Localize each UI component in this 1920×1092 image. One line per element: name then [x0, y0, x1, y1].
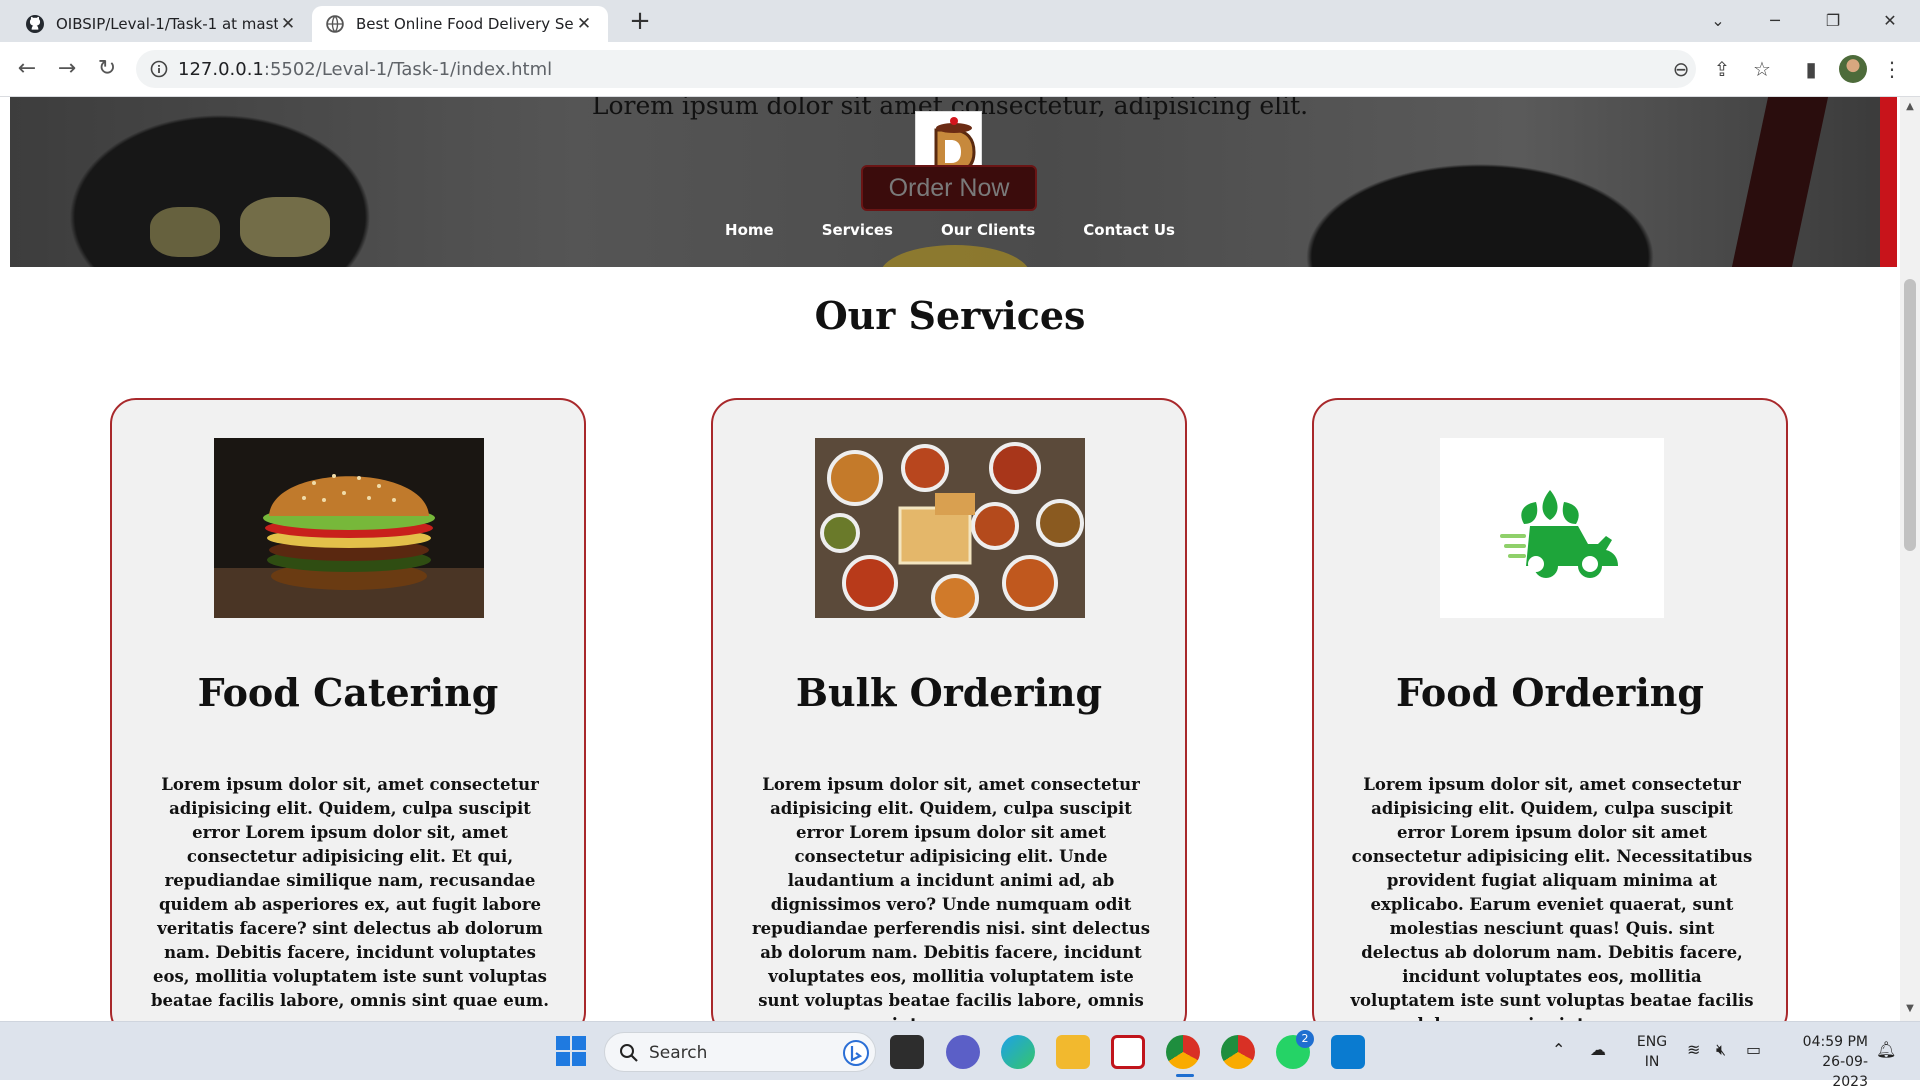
page-scrollbar[interactable]: ▲ ▼	[1900, 97, 1920, 1021]
mcafee-icon[interactable]	[1111, 1035, 1145, 1069]
tab-food-delivery[interactable]: Best Online Food Delivery Servic ✕	[312, 6, 608, 42]
active-app-indicator	[1176, 1074, 1194, 1077]
burger-image	[214, 438, 484, 618]
card-title: Bulk Ordering	[795, 670, 1103, 715]
side-panel-icon[interactable]: ▮	[1797, 55, 1825, 83]
lang-region: IN	[1644, 1054, 1660, 1070]
tab-title: Best Online Food Delivery Servic	[356, 15, 574, 33]
browser-toolbar: ← → ↻ 127.0.0.1:5502/Leval-1/Task-1/inde…	[0, 42, 1920, 97]
service-card-food-catering: Food Catering Lorem ipsum dolor sit, ame…	[110, 398, 586, 1021]
whatsapp-badge: 2	[1296, 1030, 1314, 1048]
bookmark-star-icon[interactable]: ☆	[1748, 55, 1776, 83]
search-icon	[620, 1044, 638, 1062]
windows-start-icon[interactable]	[556, 1036, 586, 1066]
card-text: Lorem ipsum dolor sit, amet consectetur …	[751, 775, 1151, 1021]
card-text: Lorem ipsum dolor sit, amet consectetur …	[151, 775, 549, 1010]
window-close-button[interactable]: ✕	[1862, 0, 1918, 40]
minimize-button[interactable]: ─	[1747, 0, 1803, 40]
taskbar-search[interactable]: Search	[604, 1032, 876, 1072]
tab-search-chevron-icon[interactable]: ⌄	[1690, 0, 1746, 40]
indian-food-spread-image	[815, 438, 1085, 618]
notification-bell-icon[interactable]: 🔔︎	[1876, 1040, 1896, 1059]
restore-button[interactable]: ❐	[1805, 0, 1861, 40]
input-language[interactable]: ENG IN	[1634, 1032, 1670, 1072]
chrome-icon[interactable]	[1166, 1035, 1200, 1069]
service-card-bulk-ordering: Bulk Ordering Lorem ipsum dolor sit, ame…	[711, 398, 1187, 1021]
order-now-button[interactable]: Order Now	[861, 165, 1037, 211]
tray-overflow-chevron-icon[interactable]: ⌃	[1552, 1040, 1565, 1059]
battery-icon[interactable]: ▭	[1746, 1040, 1761, 1059]
hero-decoration	[1880, 97, 1897, 267]
bing-icon[interactable]	[843, 1040, 869, 1066]
scroll-up-arrow-icon[interactable]: ▲	[1905, 101, 1915, 112]
back-button[interactable]: ←	[12, 54, 42, 84]
tab-title: OIBSIP/Leval-1/Task-1 at master	[56, 15, 278, 33]
address-bar[interactable]: 127.0.0.1:5502/Leval-1/Task-1/index.html	[136, 50, 1696, 88]
volume-muted-icon[interactable]: 🔇︎	[1716, 1040, 1726, 1060]
close-icon[interactable]: ✕	[278, 14, 298, 34]
forward-button[interactable]: →	[52, 54, 82, 84]
site-info-icon[interactable]	[150, 60, 168, 78]
service-card-food-ordering: Food Ordering Lorem ipsum dolor sit, ame…	[1312, 398, 1788, 1021]
clock-date: 26-09-2023	[1822, 1054, 1868, 1090]
main-nav: Home Services Our Clients Contact Us	[0, 221, 1900, 239]
card-title: Food Catering	[197, 670, 499, 715]
wifi-icon[interactable]: ≋	[1687, 1040, 1700, 1059]
menu-kebab-icon[interactable]: ⋮	[1878, 55, 1906, 83]
card-text: Lorem ipsum dolor sit, amet consectetur …	[1350, 775, 1754, 1021]
hero-food-image	[880, 245, 1030, 267]
url-text: 127.0.0.1:5502/Leval-1/Task-1/index.html	[178, 59, 552, 80]
system-clock[interactable]: 04:59 PM 26-09-2023	[1788, 1032, 1868, 1092]
new-tab-button[interactable]: +	[624, 6, 656, 38]
reload-button[interactable]: ↻	[92, 54, 122, 84]
share-icon[interactable]: ⇪	[1708, 55, 1736, 83]
tab-github[interactable]: OIBSIP/Leval-1/Task-1 at master ✕	[12, 6, 312, 42]
globe-icon	[326, 15, 344, 33]
delivery-scooter-image	[1440, 438, 1664, 618]
file-explorer-icon[interactable]	[1056, 1035, 1090, 1069]
nav-our-clients[interactable]: Our Clients	[941, 221, 1035, 239]
nav-contact-us[interactable]: Contact Us	[1083, 221, 1175, 239]
hero-decoration	[1731, 97, 1829, 267]
services-heading: Our Services	[814, 293, 1086, 338]
windows-taskbar: Search 2 ⌃ ☁ ENG IN ≋ 🔇︎ ▭ 04:59 PM 26-0…	[0, 1021, 1920, 1090]
search-label: Search	[649, 1043, 708, 1063]
task-view-icon[interactable]	[890, 1035, 924, 1069]
page-viewport: Lorem ipsum dolor sit amet consectetur, …	[0, 97, 1900, 1021]
clock-time: 04:59 PM	[1802, 1034, 1868, 1050]
scroll-down-arrow-icon[interactable]: ▼	[1905, 1003, 1915, 1014]
github-icon	[26, 15, 44, 33]
teams-meet-icon[interactable]	[946, 1035, 980, 1069]
card-title: Food Ordering	[1396, 670, 1704, 715]
chrome-profile-icon[interactable]	[1221, 1035, 1255, 1069]
scrollbar-thumb[interactable]	[1904, 279, 1916, 551]
onedrive-cloud-icon[interactable]: ☁	[1590, 1040, 1606, 1059]
browser-tab-strip: OIBSIP/Leval-1/Task-1 at master ✕ Best O…	[0, 0, 1920, 42]
vscode-icon[interactable]	[1331, 1035, 1365, 1069]
zoom-out-icon[interactable]: ⊖	[1667, 55, 1695, 83]
url-host: 127.0.0.1	[178, 59, 264, 80]
url-path: :5502/Leval-1/Task-1/index.html	[263, 59, 553, 80]
close-icon[interactable]: ✕	[574, 14, 594, 34]
profile-avatar[interactable]	[1839, 55, 1867, 83]
edge-icon[interactable]	[1001, 1035, 1035, 1069]
nav-home[interactable]: Home	[725, 221, 774, 239]
nav-services[interactable]: Services	[822, 221, 893, 239]
lang-code: ENG	[1636, 1034, 1668, 1050]
